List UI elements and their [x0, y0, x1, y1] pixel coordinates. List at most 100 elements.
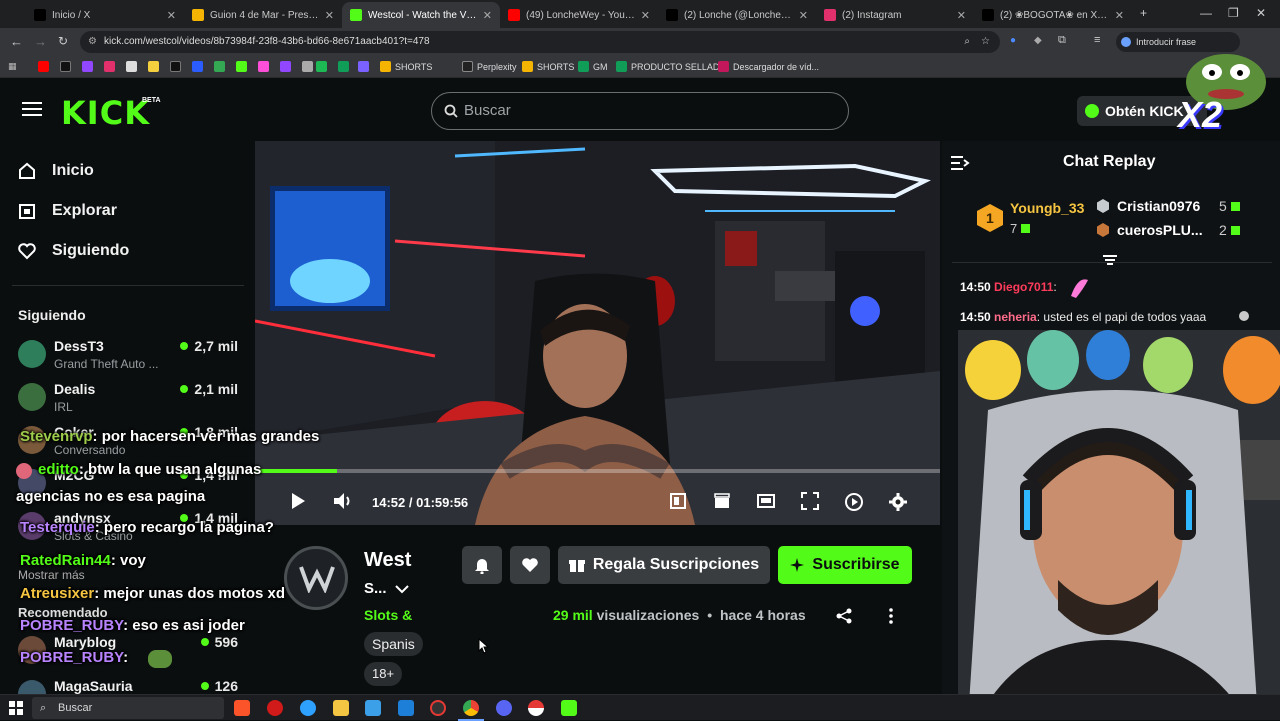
bookmark-gm[interactable]: GM	[578, 61, 608, 72]
language-tag[interactable]: Spanis	[364, 632, 423, 656]
extension-icon[interactable]: ◆	[1034, 35, 1042, 46]
tab-close-icon[interactable]: ✕	[1115, 9, 1124, 22]
video-player[interactable]	[255, 141, 940, 525]
chevron-down-icon[interactable]	[395, 584, 409, 594]
chat-username[interactable]: Diego7011	[994, 280, 1053, 294]
new-tab-button[interactable]: +	[1140, 6, 1147, 20]
bookmark-icon[interactable]	[338, 61, 349, 72]
browser-tab[interactable]: Guion 4 de Mar - Presentación ✕	[184, 2, 342, 28]
share-icon[interactable]	[836, 608, 852, 624]
stream-category-link[interactable]: Slots &	[364, 607, 412, 623]
leader-name[interactable]: Youngb_33	[1010, 200, 1084, 216]
minimize-icon[interactable]: —	[1200, 6, 1212, 20]
bookmark-icon[interactable]	[214, 61, 225, 72]
taskbar-search-input[interactable]: ⌕ Buscar	[32, 697, 224, 719]
edge-icon[interactable]	[300, 700, 316, 716]
close-window-icon[interactable]: ✕	[1256, 6, 1266, 20]
media-icon[interactable]: ≡	[1094, 34, 1100, 46]
tab-close-icon[interactable]: ✕	[641, 9, 650, 22]
theater-mode-icon[interactable]	[757, 492, 775, 510]
bookmark-shorts[interactable]: SHORTS	[380, 61, 432, 72]
collapse-chat-icon[interactable]	[950, 155, 970, 171]
nav-explorar[interactable]: Explorar	[18, 202, 117, 220]
site-info-icon[interactable]: ⚙	[88, 31, 97, 53]
maximize-icon[interactable]: ❐	[1228, 6, 1239, 20]
nav-inicio[interactable]: Inicio	[18, 162, 94, 180]
nav-siguiendo[interactable]: Siguiendo	[18, 242, 129, 260]
search-input[interactable]: Buscar	[431, 92, 849, 130]
streamer-avatar[interactable]	[284, 546, 348, 610]
clip-icon[interactable]	[669, 492, 687, 510]
pokeball-icon[interactable]	[528, 700, 544, 716]
bookmark-icon[interactable]	[258, 61, 269, 72]
bookmark-producto[interactable]: PRODUCTO SELLAD...	[616, 61, 727, 72]
obs-icon[interactable]	[430, 700, 446, 716]
url-field[interactable]: ⚙ kick.com/westcol/videos/8b73984f-23f8-…	[80, 31, 1000, 53]
playback-speed-icon[interactable]	[844, 492, 864, 512]
bookmark-icon[interactable]	[302, 61, 313, 72]
seek-bar[interactable]	[255, 469, 940, 473]
sidebar-channel-item[interactable]: DessT3 Grand Theft Auto ... 2,7 mil	[18, 338, 243, 378]
leader-name[interactable]: cuerosPLU...	[1117, 222, 1203, 238]
windows-start-icon[interactable]	[9, 701, 23, 715]
forward-icon[interactable]: →	[34, 34, 47, 49]
play-icon[interactable]	[290, 492, 306, 510]
reload-icon[interactable]: ↻	[58, 34, 68, 48]
app-icon[interactable]	[561, 700, 577, 716]
tiktok-icon[interactable]	[170, 61, 181, 72]
tab-close-icon[interactable]: ✕	[483, 9, 492, 22]
tab-close-icon[interactable]: ✕	[325, 9, 334, 22]
clapperboard-icon[interactable]	[713, 492, 731, 510]
browser-tab[interactable]: (49) LoncheWey - YouTube ✕	[500, 2, 658, 28]
instagram-icon[interactable]	[104, 61, 115, 72]
extension-icon[interactable]: ●	[1010, 35, 1020, 47]
bookmark-icon[interactable]	[126, 61, 137, 72]
expand-leaderboard-icon[interactable]	[1102, 254, 1118, 266]
x-icon[interactable]	[60, 61, 71, 72]
chat-username[interactable]: neheria	[994, 310, 1037, 324]
file-explorer-icon[interactable]	[333, 700, 349, 716]
bookmark-perplexity[interactable]: Perplexity	[462, 61, 517, 72]
notification-bell-button[interactable]	[462, 546, 502, 584]
kick-logo[interactable]: KICK	[61, 94, 150, 132]
browser-tab[interactable]: (2) Lonche (@LoncheDeHuevit ✕	[658, 2, 816, 28]
back-icon[interactable]: ←	[10, 34, 23, 49]
brave-icon[interactable]	[234, 700, 250, 716]
browser-tab[interactable]: (2) Instagram ✕	[816, 2, 974, 28]
tab-close-icon[interactable]: ✕	[799, 9, 808, 22]
bookmark-shorts-2[interactable]: SHORTS	[522, 61, 574, 72]
twitch-icon[interactable]	[82, 61, 93, 72]
follow-heart-button[interactable]	[510, 546, 550, 584]
bookmark-icon[interactable]	[316, 61, 327, 72]
more-options-icon[interactable]	[888, 608, 894, 624]
streamer-name[interactable]: West	[364, 549, 411, 572]
tab-close-icon[interactable]: ✕	[957, 9, 966, 22]
bookmark-star-icon[interactable]: ☆	[981, 31, 990, 53]
opera-icon[interactable]	[267, 700, 283, 716]
browser-tab[interactable]: Inicio / X ✕	[26, 2, 184, 28]
bookmark-icon[interactable]	[280, 61, 291, 72]
bookmark-descargador[interactable]: Descargador de víd...	[718, 61, 819, 72]
settings-gear-icon[interactable]	[888, 492, 908, 512]
youtube-icon[interactable]	[38, 61, 49, 72]
sidebar-channel-item[interactable]: Dealis IRL 2,1 mil	[18, 381, 243, 421]
leader-name[interactable]: Cristian0976	[1117, 198, 1200, 214]
browser-tab[interactable]: (2) ❀BOGOTA❀ en X: "con un ✕	[974, 2, 1132, 28]
tab-close-icon[interactable]: ✕	[167, 9, 176, 22]
chrome-icon[interactable]	[463, 700, 479, 716]
show-more-link[interactable]: Mostrar más	[18, 568, 85, 582]
subscribe-button[interactable]: Suscribirse	[778, 546, 912, 584]
bookmark-icon[interactable]	[192, 61, 203, 72]
apps-grid-icon[interactable]: ▦	[8, 61, 17, 72]
bookmark-icon[interactable]	[358, 61, 369, 72]
menu-icon[interactable]	[22, 101, 42, 117]
mail-icon[interactable]	[398, 700, 414, 716]
zoom-icon[interactable]: ⌕	[964, 31, 970, 53]
discord-icon[interactable]	[496, 700, 512, 716]
puzzle-icon[interactable]: ⧉	[1058, 34, 1066, 47]
gift-subscriptions-button[interactable]: Regala Suscripciones	[558, 546, 770, 584]
bookmark-icon[interactable]	[236, 61, 247, 72]
volume-icon[interactable]	[332, 492, 352, 510]
fullscreen-icon[interactable]	[801, 492, 819, 510]
bookmark-icon[interactable]	[148, 61, 159, 72]
